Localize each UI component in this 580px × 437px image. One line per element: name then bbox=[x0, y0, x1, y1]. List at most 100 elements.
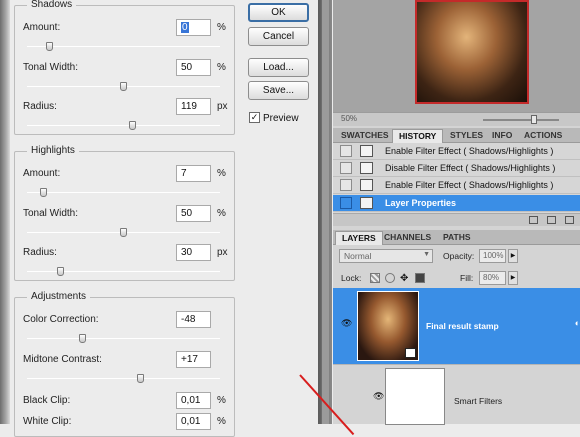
smart-object-icon bbox=[405, 348, 416, 358]
history-snapshot-checkbox[interactable] bbox=[340, 162, 352, 174]
layers-tab-bar: LAYERS CHANNELS PATHS bbox=[333, 230, 580, 245]
eye-icon[interactable]: 👁 bbox=[373, 391, 384, 402]
midtone-contrast-field[interactable]: +17 bbox=[176, 351, 211, 368]
shadows-amount-field[interactable]: 0 bbox=[176, 19, 211, 36]
opacity-label: Opacity: bbox=[443, 251, 475, 261]
shadows-amount-label: Amount: bbox=[23, 22, 61, 33]
highlights-radius-field[interactable]: 30 bbox=[176, 244, 211, 261]
blend-mode-value: Normal bbox=[344, 251, 372, 261]
opacity-field[interactable]: 100% bbox=[479, 249, 506, 263]
shadows-group-title: Shadows bbox=[27, 0, 77, 10]
highlights-radius-unit: px bbox=[217, 247, 228, 258]
layer-step-icon bbox=[360, 197, 373, 209]
highlights-amount-slider[interactable] bbox=[27, 188, 220, 197]
adjustments-group: Adjustments Color Correction: -48 Midton… bbox=[14, 291, 235, 437]
fill-label: Fill: bbox=[460, 273, 474, 283]
highlights-radius-slider-thumb[interactable] bbox=[56, 267, 64, 276]
shadows-radius-field[interactable]: 119 bbox=[176, 98, 211, 115]
history-snapshot-checkbox[interactable] bbox=[340, 145, 352, 157]
history-item[interactable]: Disable Filter Effect ( Shadows/Highligh… bbox=[333, 160, 580, 177]
dialog-scrollbar-thumb[interactable] bbox=[321, 0, 329, 424]
black-clip-field[interactable]: 0,01 bbox=[176, 392, 211, 409]
shadows-tonal-width-slider-thumb[interactable] bbox=[120, 82, 127, 91]
color-correction-slider[interactable] bbox=[27, 334, 220, 343]
lock-label: Lock: bbox=[341, 273, 362, 283]
highlights-tonal-width-label: Tonal Width: bbox=[23, 208, 79, 219]
history-state-marker-icon[interactable] bbox=[340, 197, 352, 209]
adjustments-group-title: Adjustments bbox=[27, 291, 91, 302]
tab-history[interactable]: HISTORY bbox=[392, 129, 444, 143]
shadows-amount-value: 0 bbox=[181, 22, 189, 33]
smart-filters-label: Smart Filters bbox=[454, 396, 503, 406]
lock-image-icon[interactable] bbox=[385, 273, 395, 283]
tab-actions[interactable]: ACTIONS bbox=[518, 129, 568, 143]
highlights-amount-field[interactable]: 7 bbox=[176, 165, 211, 182]
layer-row-selected[interactable]: 👁 Final result stamp ◐ bbox=[333, 288, 580, 364]
midtone-contrast-label: Midtone Contrast: bbox=[23, 354, 102, 365]
panels-column: 50% SWATCHES HISTORY STYLES INFO ACTIONS… bbox=[333, 0, 580, 425]
smart-filter-mask-thumbnail[interactable] bbox=[385, 368, 445, 425]
history-snapshot-checkbox[interactable] bbox=[340, 179, 352, 191]
new-document-icon[interactable] bbox=[547, 216, 556, 224]
layer-thumbnail[interactable] bbox=[357, 291, 419, 361]
smart-filters-row[interactable]: 👁 Smart Filters bbox=[333, 364, 580, 425]
white-clip-field[interactable]: 0,01 bbox=[176, 413, 211, 430]
shadows-tonal-width-slider[interactable] bbox=[27, 82, 220, 91]
midtone-contrast-slider[interactable] bbox=[27, 374, 220, 383]
highlights-tonal-width-slider[interactable] bbox=[27, 228, 220, 237]
preview-label: Preview bbox=[263, 113, 299, 124]
trash-icon[interactable] bbox=[565, 216, 574, 224]
color-correction-field[interactable]: -48 bbox=[176, 311, 211, 328]
layer-name[interactable]: Final result stamp bbox=[426, 321, 499, 331]
color-correction-slider-thumb[interactable] bbox=[79, 334, 87, 343]
lock-all-icon[interactable] bbox=[415, 273, 425, 283]
fill-arrow-icon[interactable]: ▶ bbox=[508, 271, 518, 285]
smart-object-badge-icon: ◐ bbox=[574, 318, 580, 328]
fill-field[interactable]: 80% bbox=[479, 271, 506, 285]
navigator-zoom-value[interactable]: 50% bbox=[341, 114, 377, 125]
shadows-amount-slider[interactable] bbox=[27, 42, 220, 51]
new-snapshot-icon[interactable] bbox=[529, 216, 538, 224]
shadows-radius-slider-thumb[interactable] bbox=[129, 121, 137, 130]
save-button[interactable]: Save... bbox=[248, 81, 309, 100]
white-clip-unit: % bbox=[217, 416, 226, 427]
highlights-radius-slider[interactable] bbox=[27, 267, 220, 276]
shadows-amount-slider-thumb[interactable] bbox=[45, 42, 53, 51]
highlights-amount-unit: % bbox=[217, 168, 226, 179]
tab-channels[interactable]: CHANNELS bbox=[378, 231, 437, 245]
black-clip-unit: % bbox=[217, 395, 226, 406]
lock-transparency-icon[interactable] bbox=[370, 273, 380, 283]
highlights-tonal-width-slider-thumb[interactable] bbox=[120, 228, 127, 237]
history-item[interactable]: Enable Filter Effect ( Shadows/Highlight… bbox=[333, 143, 580, 160]
tab-styles[interactable]: STYLES bbox=[444, 129, 489, 143]
load-button[interactable]: Load... bbox=[248, 58, 309, 77]
history-item-selected[interactable]: Layer Properties bbox=[333, 195, 580, 212]
layers-panel: Normal ▼ Opacity: 100% ▶ Lock: ✥ Fill: 80… bbox=[333, 246, 580, 425]
eye-icon[interactable]: 👁 bbox=[341, 318, 352, 329]
tab-info[interactable]: INFO bbox=[486, 129, 518, 143]
highlights-tonal-width-field[interactable]: 50 bbox=[176, 205, 211, 222]
opacity-arrow-icon[interactable]: ▶ bbox=[508, 249, 518, 263]
preview-checkbox[interactable]: ✓ bbox=[249, 112, 260, 123]
cancel-button[interactable]: Cancel bbox=[248, 27, 309, 46]
navigator-zoom-slider[interactable] bbox=[483, 119, 559, 121]
tab-swatches[interactable]: SWATCHES bbox=[335, 129, 395, 143]
navigator-preview-image[interactable] bbox=[415, 0, 529, 104]
shadows-radius-unit: px bbox=[217, 101, 228, 112]
shadows-amount-unit: % bbox=[217, 22, 226, 33]
shadows-tonal-width-field[interactable]: 50 bbox=[176, 59, 211, 76]
shadows-tonal-width-unit: % bbox=[217, 62, 226, 73]
lock-position-icon[interactable]: ✥ bbox=[400, 273, 410, 284]
navigator-zoom-slider-thumb[interactable] bbox=[531, 115, 537, 124]
history-item[interactable]: Enable Filter Effect ( Shadows/Highlight… bbox=[333, 177, 580, 194]
blend-mode-select[interactable]: Normal ▼ bbox=[339, 249, 433, 263]
tab-layers[interactable]: LAYERS bbox=[335, 231, 383, 245]
history-item-label: Layer Properties bbox=[385, 198, 457, 208]
highlights-amount-slider-thumb[interactable] bbox=[40, 188, 48, 197]
midtone-contrast-slider-thumb[interactable] bbox=[136, 374, 144, 383]
history-list: Enable Filter Effect ( Shadows/Highlight… bbox=[333, 143, 580, 213]
tab-paths[interactable]: PATHS bbox=[437, 231, 477, 245]
dialog-scrollbar[interactable] bbox=[318, 0, 332, 424]
shadows-radius-slider[interactable] bbox=[27, 121, 220, 130]
ok-button[interactable]: OK bbox=[248, 3, 309, 22]
